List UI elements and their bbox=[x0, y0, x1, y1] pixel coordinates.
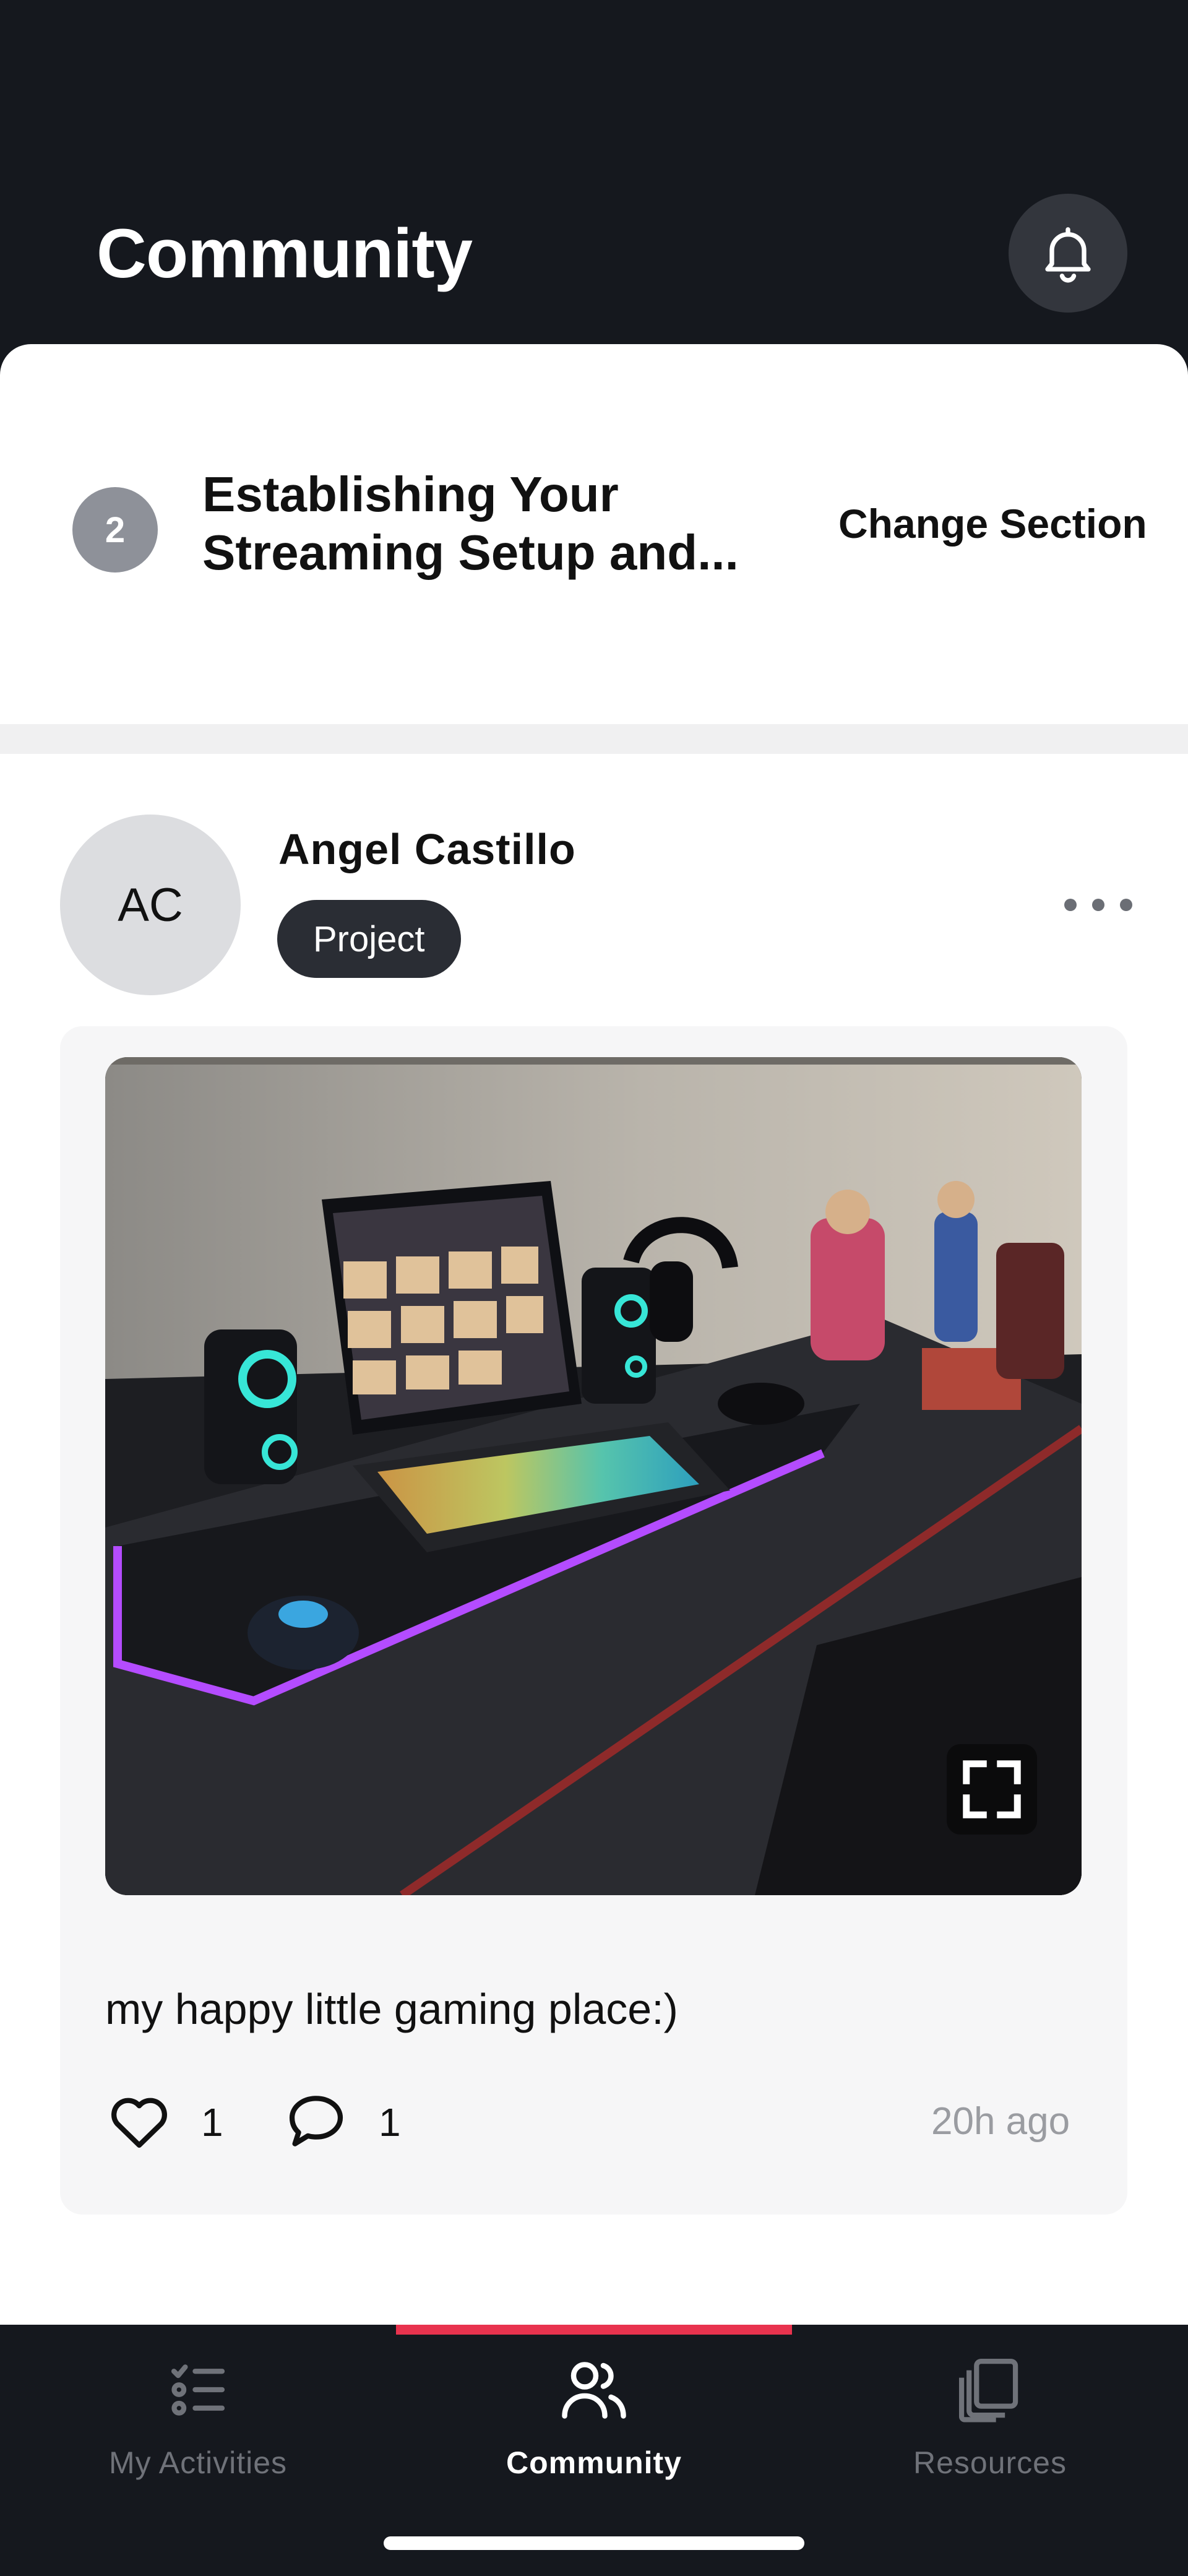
post-tag-badge: Project bbox=[277, 900, 461, 978]
app-header bbox=[0, 0, 1188, 384]
tab-icon-wrap bbox=[954, 2343, 1026, 2436]
bell-icon bbox=[1045, 227, 1091, 283]
more-options-button[interactable] bbox=[1064, 885, 1132, 925]
tab-icon-wrap bbox=[557, 2343, 631, 2436]
tab-resources[interactable]: Resources bbox=[792, 2325, 1188, 2510]
more-horizontal-icon bbox=[1064, 899, 1077, 911]
notifications-button[interactable] bbox=[1009, 194, 1127, 313]
like-count: 1 bbox=[201, 2100, 223, 2145]
page-title: Community bbox=[97, 215, 473, 292]
tab-label: Community bbox=[506, 2445, 682, 2480]
more-dot bbox=[1120, 899, 1132, 911]
avatar[interactable]: AC bbox=[60, 815, 241, 995]
change-section-button[interactable]: Change Section bbox=[838, 500, 1147, 547]
section-number-badge: 2 bbox=[72, 487, 158, 573]
section-title: Establishing Your Streaming Setup and... bbox=[202, 465, 784, 582]
section-title-line-2: Streaming Setup and... bbox=[202, 525, 739, 580]
people-icon bbox=[562, 2362, 626, 2419]
section-divider bbox=[0, 724, 1188, 754]
more-dot bbox=[1092, 899, 1104, 911]
tab-my-activities[interactable]: My Activities bbox=[0, 2325, 396, 2510]
comment-bubble-icon bbox=[289, 2096, 343, 2146]
home-indicator bbox=[384, 2536, 804, 2550]
post-photo[interactable] bbox=[105, 1057, 1082, 1895]
gaming-desk-illustration bbox=[105, 1057, 1082, 1895]
fullscreen-icon bbox=[963, 1760, 1021, 1818]
section-title-line-1: Establishing Your bbox=[202, 467, 619, 522]
like-button[interactable] bbox=[105, 2087, 173, 2158]
tab-label: My Activities bbox=[108, 2445, 288, 2480]
stacked-pages-icon bbox=[958, 2358, 1018, 2423]
post-caption: my happy little gaming place:) bbox=[105, 1985, 678, 2033]
post-timestamp: 20h ago bbox=[931, 2100, 1070, 2143]
tab-label: Resources bbox=[913, 2445, 1067, 2480]
author-name[interactable]: Angel Castillo bbox=[278, 824, 576, 874]
fullscreen-button[interactable] bbox=[947, 1744, 1037, 1835]
comment-button[interactable] bbox=[282, 2087, 350, 2158]
tab-icon-wrap bbox=[164, 2343, 232, 2436]
comment-count: 1 bbox=[379, 2100, 401, 2145]
checklist-icon bbox=[171, 2364, 225, 2416]
tab-community[interactable]: Community bbox=[396, 2325, 792, 2510]
heart-icon bbox=[111, 2098, 167, 2148]
